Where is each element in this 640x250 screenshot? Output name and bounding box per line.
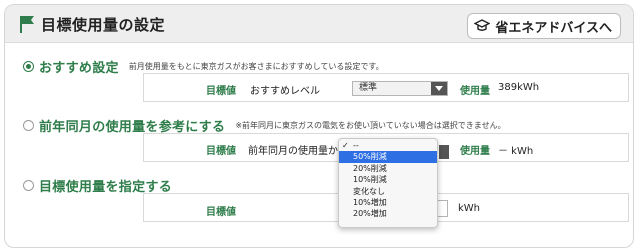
- dropdown-option[interactable]: 20%増加: [339, 208, 437, 219]
- dropdown-option[interactable]: 10%増加: [339, 197, 437, 208]
- usage-label: 使用量: [460, 146, 490, 157]
- previous-year-field-label: 前年同月の使用量から: [248, 146, 348, 157]
- dropdown-option[interactable]: ✓ --: [339, 140, 437, 151]
- recommended-level-value: 標準: [359, 83, 378, 93]
- dropdown-option[interactable]: 変化なし: [339, 186, 437, 197]
- target-usage-panel: 目標使用量の設定 省エネアドバイスへ おすすめ設定 前月使用量をもとに東京ガスが…: [4, 4, 634, 248]
- usage-value: 389kWh: [498, 82, 540, 93]
- custom-usage-unit: kWh: [458, 203, 481, 214]
- flag-icon: [20, 16, 34, 33]
- radio-custom[interactable]: [23, 180, 34, 191]
- dropdown-option[interactable]: 20%削減: [339, 163, 437, 174]
- recommended-level-select[interactable]: 標準: [352, 81, 448, 96]
- page-title: 目標使用量の設定: [41, 16, 166, 34]
- chevron-down-icon: [431, 82, 447, 95]
- target-label: 目標値: [206, 207, 236, 218]
- radio-recommended[interactable]: [23, 61, 34, 72]
- energy-advice-button[interactable]: 省エネアドバイスへ: [467, 13, 621, 39]
- target-label: 目標値: [206, 86, 236, 97]
- panel-header: 目標使用量の設定 省エネアドバイスへ: [5, 5, 633, 43]
- check-icon: ✓: [342, 141, 349, 150]
- usage-value: － kWh: [498, 146, 534, 157]
- energy-advice-label: 省エネアドバイスへ: [495, 20, 612, 36]
- target-label: 目標値: [206, 146, 236, 157]
- previous-year-dropdown[interactable]: ✓ -- 50%削減 20%削減 10%削減 変化なし 10%増加 20%増加: [338, 138, 438, 228]
- previous-year-select-arrow[interactable]: [439, 145, 449, 159]
- recommended-level-label: おすすめレベル: [250, 86, 320, 97]
- radio-previous-year[interactable]: [23, 120, 34, 131]
- recommended-box: 目標値 おすすめレベル 標準 使用量 389kWh: [143, 73, 629, 102]
- option-recommended-label: おすすめ設定: [39, 61, 119, 76]
- graduation-cap-icon: [474, 19, 491, 31]
- usage-label: 使用量: [460, 86, 490, 97]
- option-previous-year-note: ※前年同月に東京ガスの電気をお使い頂いていない場合は選択できません。: [235, 121, 506, 130]
- option-recommended-note: 前月使用量をもとに東京ガスがお客さまにおすすめしている設定です。: [128, 62, 384, 71]
- dropdown-option[interactable]: 50%削減: [339, 151, 437, 163]
- dropdown-option[interactable]: 10%削減: [339, 174, 437, 185]
